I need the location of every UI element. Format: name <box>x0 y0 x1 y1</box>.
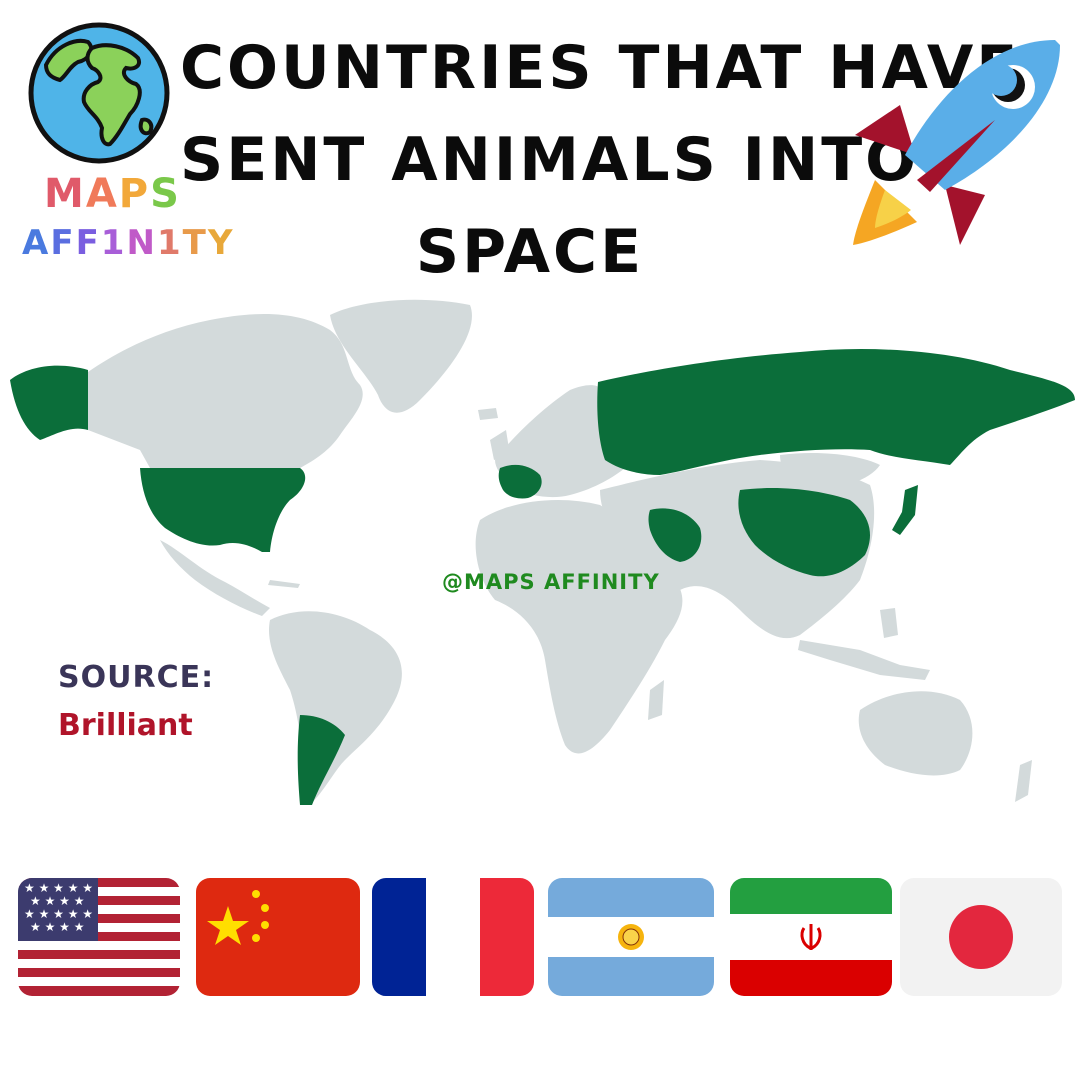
japan-flag-icon <box>900 878 1062 996</box>
title-line-1: COUNTRIES THAT HAVE <box>180 33 1021 103</box>
svg-text:★ ★ ★ ★ ★: ★ ★ ★ ★ ★ <box>24 881 93 895</box>
japan-region <box>892 485 918 535</box>
iran-flag-icon <box>730 878 892 996</box>
south-america-region <box>269 611 402 805</box>
usa-region <box>140 468 306 552</box>
mexico-region <box>160 540 270 616</box>
brand-letter: P <box>118 171 151 217</box>
alaska-region <box>10 365 88 440</box>
svg-text:★ ★ ★ ★: ★ ★ ★ ★ <box>30 894 84 908</box>
china-flag-icon <box>196 878 360 996</box>
globe-icon <box>26 20 172 166</box>
title-line-3: SPACE <box>415 217 645 287</box>
canada-region <box>88 314 363 468</box>
brand-letter: 1 <box>100 223 127 263</box>
brand-letter: 1 <box>156 223 183 263</box>
usa-flag-icon: ★ ★ ★ ★ ★ ★ ★ ★ ★ ★ ★ ★ ★ ★ ★ ★ ★ ★ <box>18 878 180 996</box>
brand-letter: F <box>50 223 76 263</box>
rocket-icon <box>845 30 1070 255</box>
svg-text:★ ★ ★ ★ ★: ★ ★ ★ ★ ★ <box>24 907 93 921</box>
brand-letter: A <box>22 223 51 263</box>
brand-letter: M <box>44 171 86 217</box>
world-map <box>0 290 1080 830</box>
france-flag-icon <box>372 878 534 996</box>
title-line-2: SENT ANIMALS INTO <box>180 125 920 195</box>
australia-region <box>858 691 973 776</box>
source-value: Brilliant <box>58 708 193 743</box>
page-title: COUNTRIES THAT HAVE SENT ANIMALS INTO SP… <box>180 22 1021 298</box>
brand-letter: S <box>150 171 181 217</box>
brand-letter: F <box>75 223 101 263</box>
source-label: SOURCE: <box>58 660 215 695</box>
world-map-svg <box>10 299 1075 805</box>
brand-letter: A <box>85 171 119 217</box>
argentina-flag-icon <box>548 878 714 996</box>
watermark-text: @MAPS AFFINITY <box>442 570 660 594</box>
svg-text:★ ★ ★ ★: ★ ★ ★ ★ <box>30 920 84 934</box>
brand-letter: N <box>126 223 157 263</box>
